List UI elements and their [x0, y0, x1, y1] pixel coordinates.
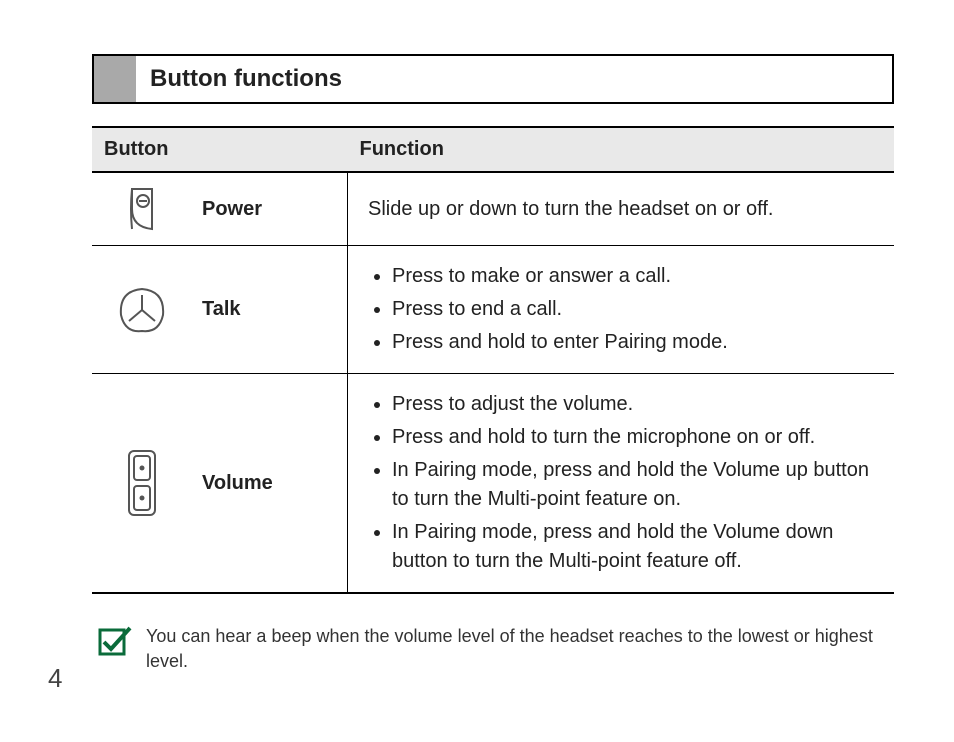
list-item: In Pairing mode, press and hold the Volu… [392, 454, 874, 516]
page: Button functions Button Function P [0, 0, 954, 742]
list-item: Press and hold to turn the microphone on… [392, 421, 874, 454]
volume-rocker-icon [92, 374, 192, 594]
list-item: Press and hold to enter Pairing mode. [392, 326, 874, 359]
power-switch-icon [92, 172, 192, 246]
table-header-row: Button Function [92, 127, 894, 172]
table-row: Talk Press to make or answer a call. Pre… [92, 246, 894, 374]
list-item: Press to make or answer a call. [392, 260, 874, 293]
function-list: Press to make or answer a call. Press to… [368, 260, 874, 359]
note-text: You can hear a beep when the volume leve… [146, 624, 888, 674]
row-label: Talk [192, 246, 348, 374]
page-number: 4 [48, 663, 62, 694]
row-function: Slide up or down to turn the headset on … [348, 172, 895, 246]
col-header-button: Button [92, 127, 348, 172]
list-item: Press to end a call. [392, 293, 874, 326]
note-box: You can hear a beep when the volume leve… [92, 624, 894, 674]
button-functions-table: Button Function Power Slide up or down t… [92, 126, 894, 594]
row-function: Press to make or answer a call. Press to… [348, 246, 895, 374]
table-row: Volume Press to adjust the volume. Press… [92, 374, 894, 594]
list-item: Press to adjust the volume. [392, 388, 874, 421]
function-list: Press to adjust the volume. Press and ho… [368, 388, 874, 578]
checkmark-icon [98, 626, 132, 656]
heading-accent-block [94, 56, 136, 102]
section-heading-bar: Button functions [92, 54, 894, 104]
row-label: Power [192, 172, 348, 246]
talk-button-icon [92, 246, 192, 374]
section-heading: Button functions [136, 56, 892, 102]
col-header-function: Function [348, 127, 895, 172]
table-row: Power Slide up or down to turn the heads… [92, 172, 894, 246]
list-item: In Pairing mode, press and hold the Volu… [392, 516, 874, 578]
row-function: Press to adjust the volume. Press and ho… [348, 374, 895, 594]
row-label: Volume [192, 374, 348, 594]
